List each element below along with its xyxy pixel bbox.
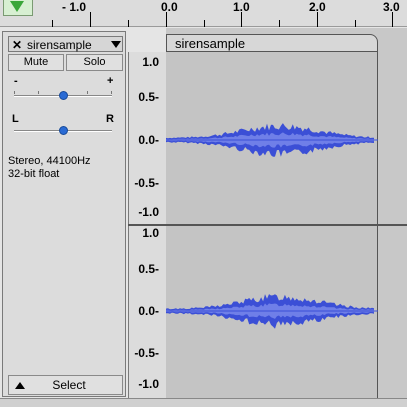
scale-label: 0.5-: [138, 90, 159, 104]
gain-minus-label: -: [14, 75, 18, 87]
pan-left-label: L: [12, 113, 19, 125]
track-format-line1: Stereo, 44100Hz: [8, 155, 91, 167]
gain-tick: [111, 91, 112, 94]
scale-label: -0.5-: [134, 346, 159, 360]
ruler-label-0: 0.0: [161, 0, 178, 14]
close-icon[interactable]: ✕: [12, 37, 24, 53]
scale-label: 1.0: [142, 55, 159, 69]
ruler-label-minus-1: - 1.0: [62, 0, 87, 14]
waveform-lower: [166, 294, 378, 329]
waveform-upper: [166, 123, 378, 157]
gain-tick: [14, 91, 15, 94]
ruler-minor-tick: [279, 20, 280, 27]
ruler-minor-tick: [204, 20, 205, 27]
track-control-panel: ✕ sirensample Mute Solo - + L R Stereo, …: [2, 31, 126, 397]
clip-name: sirensample: [175, 36, 246, 51]
ruler-major-tick: [392, 12, 393, 27]
scale-label: -1.0: [138, 205, 159, 219]
amplitude-ruler-upper: 1.0 0.5- 0.0- -0.5- -1.0: [128, 52, 166, 224]
ruler-minor-tick: [128, 20, 129, 27]
pan-slider-knob[interactable]: [59, 126, 68, 135]
gain-plus-label: +: [107, 75, 114, 87]
amplitude-ruler-lower: 1.0 0.5- 0.0- -0.5- -1.0: [128, 226, 166, 398]
gain-slider-knob[interactable]: [59, 91, 68, 100]
scale-label: 1.0: [142, 226, 159, 240]
ruler-major-tick: [166, 12, 167, 27]
play-head-icon: [10, 1, 24, 12]
track-format-line2: 32-bit float: [8, 168, 60, 180]
select-button[interactable]: Select: [8, 375, 123, 395]
scale-label: -1.0: [138, 377, 159, 391]
pan-right-label: R: [106, 113, 114, 125]
ruler-minor-tick: [52, 20, 53, 27]
horizontal-scrollbar[interactable]: [0, 398, 407, 407]
scale-label: 0.0-: [138, 133, 159, 147]
gain-tick: [38, 91, 39, 94]
collapse-icon[interactable]: [15, 382, 25, 389]
solo-button[interactable]: Solo: [66, 54, 123, 71]
clip-title-bar[interactable]: sirensample: [166, 34, 378, 52]
scale-label: -0.5-: [134, 176, 159, 190]
select-button-label: Select: [52, 378, 86, 392]
scale-label: 0.0-: [138, 304, 159, 318]
ruler-major-tick: [241, 12, 242, 27]
gain-tick: [87, 91, 88, 94]
track-name[interactable]: sirensample: [27, 37, 92, 53]
scale-label: 0.5-: [138, 262, 159, 276]
ruler-major-tick: [90, 12, 91, 27]
mute-button[interactable]: Mute: [8, 54, 64, 71]
timeline-ruler[interactable]: - 1.0 0.0 1.0 2.0 3.0: [0, 0, 407, 27]
ruler-minor-tick: [355, 20, 356, 27]
chevron-down-icon[interactable]: [111, 41, 121, 48]
track-name-bar[interactable]: ✕ sirensample: [8, 36, 123, 52]
ruler-major-tick: [317, 12, 318, 27]
